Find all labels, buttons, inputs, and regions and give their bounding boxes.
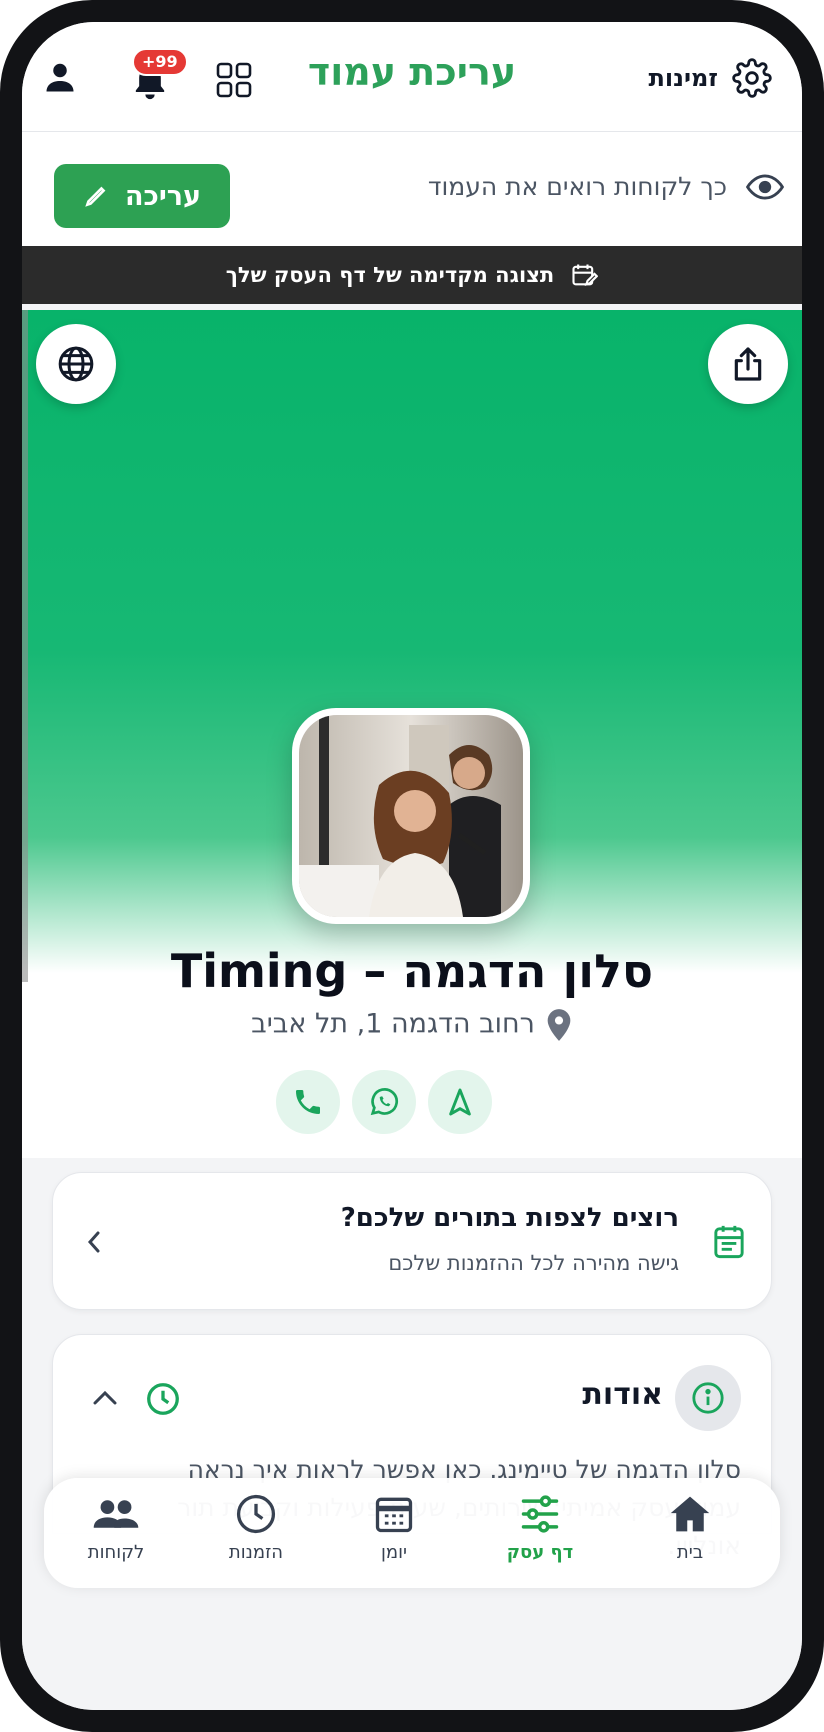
top-header: זמינות עריכת עמוד +99 (22, 22, 802, 132)
whatsapp-button[interactable] (352, 1070, 416, 1134)
business-address: רחוב הדגמה 1, תל אביב (22, 1008, 802, 1042)
whatsapp-icon (370, 1088, 399, 1116)
bookings-card-title: רוצים לצפות בתורים שלכם? (340, 1203, 679, 1233)
app-screen: זמינות עריכת עמוד +99 כך לקוחות רואים את… (22, 22, 802, 1710)
business-name: סלון הדגמה – Timing (170, 944, 654, 998)
preview-banner-text: תצוגה מקדימה של דף העסק שלך (225, 263, 555, 287)
sliders-icon (521, 1495, 559, 1533)
location-pin-icon (547, 1009, 571, 1041)
preview-banner: תצוגה מקדימה של דף העסק שלך (22, 246, 802, 304)
edit-button[interactable]: עריכה (54, 164, 230, 228)
nav-item-bookings[interactable]: הזמנות (196, 1488, 316, 1578)
calendar-edit-icon (572, 264, 599, 286)
share-button[interactable] (708, 324, 788, 404)
clock-icon[interactable] (145, 1381, 181, 1417)
globe-icon (58, 346, 94, 382)
clock-icon (236, 1494, 276, 1534)
nav-item-home[interactable]: בית (630, 1488, 750, 1578)
availability-label[interactable]: זמינות (648, 64, 718, 92)
notifications-button[interactable]: +99 (122, 48, 188, 112)
gear-icon[interactable] (732, 58, 772, 98)
edit-button-label: עריכה (124, 180, 202, 212)
about-title: אודות (582, 1377, 663, 1412)
bottom-navigation: בית דף עסק יומן הזמנות לקוחות (44, 1478, 780, 1588)
contact-actions (22, 1070, 802, 1134)
notification-badge: +99 (132, 48, 188, 76)
page-title: עריכת עמוד (307, 50, 517, 94)
info-button (675, 1365, 741, 1431)
nav-label-bookings: הזמנות (228, 1542, 284, 1563)
bookings-card-subtitle: גישה מהירה לכל ההזמנות שלכם (388, 1251, 679, 1275)
nav-item-clients[interactable]: לקוחות (56, 1488, 176, 1578)
user-profile-icon[interactable] (42, 60, 78, 96)
my-bookings-card[interactable]: רוצים לצפות בתורים שלכם? גישה מהירה לכל … (52, 1172, 772, 1310)
address-text: רחוב הדגמה 1, תל אביב (251, 1008, 535, 1040)
nav-label-business-page: דף עסק (506, 1542, 574, 1563)
nav-item-calendar[interactable]: יומן (334, 1488, 454, 1578)
business-profile-photo (292, 708, 530, 924)
chevron-left-icon[interactable] (83, 1229, 105, 1255)
chevron-up-icon[interactable] (91, 1387, 119, 1409)
eye-icon (746, 174, 784, 200)
pencil-icon (85, 186, 106, 207)
users-icon (93, 1500, 139, 1528)
availability-settings[interactable]: זמינות (602, 58, 772, 102)
preview-description: כך לקוחות רואים את העמוד (427, 172, 727, 201)
apps-grid-icon[interactable] (214, 60, 254, 100)
info-icon (692, 1382, 724, 1414)
nav-label-home: בית (676, 1542, 704, 1563)
call-button[interactable] (276, 1070, 340, 1134)
calendar-icon (375, 1497, 413, 1533)
calendar-list-icon (714, 1225, 744, 1259)
phone-icon (296, 1090, 320, 1114)
nav-item-business-page[interactable]: דף עסק (480, 1488, 600, 1578)
share-icon (734, 347, 762, 381)
nav-label-calendar: יומן (380, 1542, 408, 1563)
salon-photo (299, 715, 523, 917)
navigate-button[interactable] (428, 1070, 492, 1134)
scroll-indicator (22, 310, 28, 982)
navigation-arrow-icon (449, 1088, 471, 1116)
customer-preview-bar: כך לקוחות רואים את העמוד עריכה (22, 132, 802, 246)
home-icon (670, 1496, 710, 1532)
nav-label-clients: לקוחות (87, 1542, 145, 1563)
language-button[interactable] (36, 324, 116, 404)
